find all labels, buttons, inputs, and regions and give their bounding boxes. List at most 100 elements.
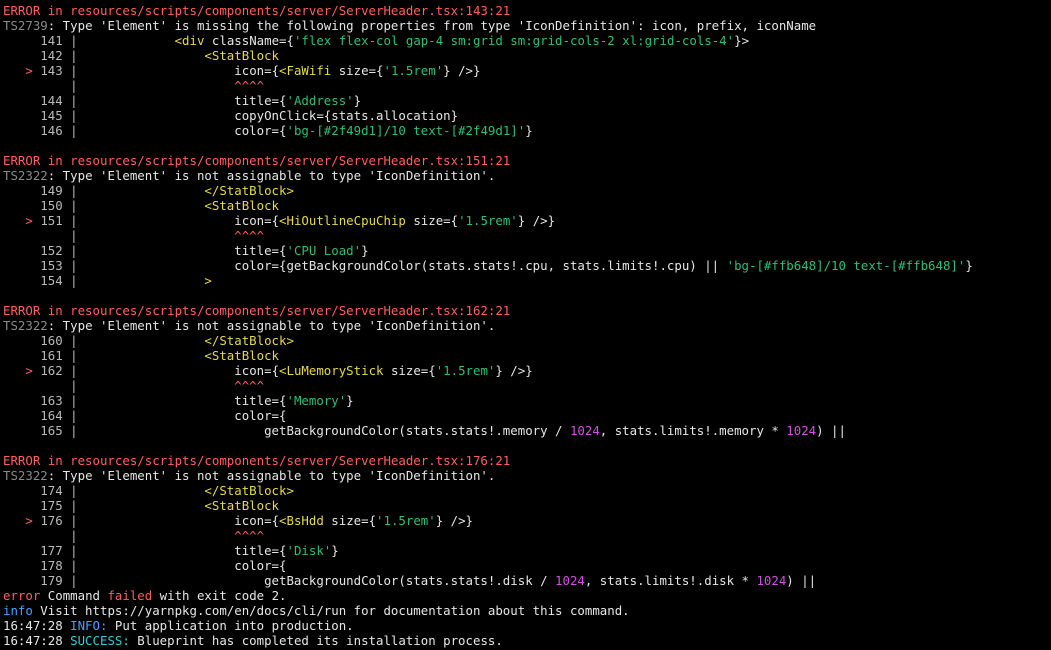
terminal-text-segment: copyOnClick={stats.allocation}	[85, 108, 459, 123]
terminal-text-segment: </StatBlock>	[204, 183, 294, 198]
terminal-line: TS2322: Type 'Element' is not assignable…	[3, 168, 1051, 183]
terminal-text-segment: SUCCESS:	[70, 633, 130, 648]
terminal-text-segment: 174 |	[3, 483, 86, 498]
terminal-line: 144 | title={'Address'}	[3, 93, 1051, 108]
terminal-text-segment: }	[525, 123, 533, 138]
terminal-text-segment: 1024	[786, 423, 817, 438]
terminal-text-segment: '1.5rem'	[376, 513, 436, 528]
terminal-text-segment: info	[3, 603, 33, 618]
terminal-text-segment: failed	[107, 588, 153, 603]
terminal-text-segment: size={	[405, 213, 459, 228]
terminal-text-segment: icon={	[85, 513, 280, 528]
terminal-text-segment: <StatBlock	[204, 348, 280, 363]
terminal-text-segment: >	[3, 513, 41, 528]
terminal-text-segment: 151 |	[40, 213, 86, 228]
terminal-text-segment: title={	[85, 243, 287, 258]
terminal-text-segment: size={	[323, 513, 377, 528]
terminal-line: TS2322: Type 'Element' is not assignable…	[3, 318, 1051, 333]
terminal-text-segment: >	[204, 273, 212, 288]
terminal-text-segment: ^^^^	[234, 228, 265, 243]
terminal-text-segment: ) ||	[786, 573, 817, 588]
terminal-line: 161 | <StatBlock	[3, 348, 1051, 363]
terminal-line: | ^^^^	[3, 528, 1051, 543]
terminal-text-segment: 165 |	[3, 423, 86, 438]
terminal-text-segment: <HiOutlineCpuChip	[279, 213, 406, 228]
terminal-text-segment: >	[3, 213, 41, 228]
terminal-line: 153 | color={getBackgroundColor(stats.st…	[3, 258, 1051, 273]
terminal-text-segment: '1.5rem'	[383, 63, 444, 78]
terminal-text-segment: }	[965, 258, 973, 273]
terminal-line: 164 | color={	[3, 408, 1051, 423]
terminal-line: ERROR in resources/scripts/components/se…	[3, 3, 1051, 18]
terminal-line: 150 | <StatBlock	[3, 198, 1051, 213]
terminal-text-segment: size={	[331, 63, 384, 78]
terminal-text-segment: >	[3, 63, 41, 78]
terminal-text-segment: <LuMemoryStick	[279, 363, 384, 378]
terminal-line: > 162 | icon={<LuMemoryStick size={'1.5r…	[3, 363, 1051, 378]
terminal-line: 146 | color={'bg-[#2f49d1]/10 text-[#2f4…	[3, 123, 1051, 138]
terminal-text-segment: |	[3, 78, 86, 93]
terminal-line: 175 | <StatBlock	[3, 498, 1051, 513]
terminal-text-segment: 177 |	[3, 543, 86, 558]
terminal-line: ERROR in resources/scripts/components/se…	[3, 153, 1051, 168]
terminal-line: 160 | </StatBlock>	[3, 333, 1051, 348]
terminal-text-segment: error	[3, 588, 41, 603]
terminal-text-segment: } />}	[495, 363, 533, 378]
terminal-text-segment: '1.5rem'	[435, 363, 496, 378]
terminal-text-segment: </StatBlock>	[204, 333, 294, 348]
terminal-text-segment: 176 |	[40, 513, 86, 528]
terminal-text-segment: color={	[85, 408, 287, 423]
terminal-line: | ^^^^	[3, 228, 1051, 243]
terminal-text-segment: 178 |	[3, 558, 86, 573]
terminal-text-segment: 'CPU Load'	[286, 243, 362, 258]
terminal-text-segment: 'Disk'	[286, 543, 332, 558]
terminal-line: 142 | <StatBlock	[3, 48, 1051, 63]
terminal-text-segment: title={	[85, 93, 287, 108]
terminal-text-segment: : Type 'Element' is not assignable to ty…	[47, 318, 496, 333]
terminal-text-segment: 154 |	[3, 273, 86, 288]
terminal-text-segment: ERROR in resources/scripts/components/se…	[3, 303, 511, 318]
terminal-line: 177 | title={'Disk'}	[3, 543, 1051, 558]
terminal-text-segment: color={	[85, 123, 287, 138]
terminal-text-segment: }	[361, 243, 369, 258]
terminal-text-segment: icon={	[85, 63, 280, 78]
terminal-text-segment: |	[3, 378, 86, 393]
terminal-line: TS2322: Type 'Element' is not assignable…	[3, 468, 1051, 483]
terminal-text-segment: 175 |	[3, 498, 86, 513]
terminal-text-segment: title={	[85, 393, 287, 408]
terminal-text-segment: 153 |	[3, 258, 86, 273]
terminal-text-segment: 'bg-[#2f49d1]/10 text-[#2f49d1]'	[286, 123, 526, 138]
terminal-line: 163 | title={'Memory'}	[3, 393, 1051, 408]
terminal-text-segment: </StatBlock>	[204, 483, 294, 498]
terminal-text-segment: } />}	[517, 213, 556, 228]
terminal-line: ERROR in resources/scripts/components/se…	[3, 453, 1051, 468]
terminal-text-segment: |	[3, 528, 86, 543]
terminal-text-segment: }>	[734, 33, 750, 48]
terminal-text-segment: <FaWifi	[279, 63, 332, 78]
terminal-line: TS2739: Type 'Element' is missing the fo…	[3, 18, 1051, 33]
terminal-text-segment: Blueprint has completed its installation…	[129, 633, 503, 648]
terminal-text-segment: Put application into production.	[107, 618, 354, 633]
terminal-line: error Command failed with exit code 2.	[3, 588, 1051, 603]
terminal-text-segment: Command	[40, 588, 108, 603]
terminal-text-segment: with exit code 2.	[152, 588, 287, 603]
terminal-text-segment: } />}	[435, 513, 474, 528]
terminal-text-segment: <StatBlock	[204, 498, 280, 513]
terminal-text-segment: getBackgroundColor(stats.stats!.memory /	[85, 423, 570, 438]
terminal-text-segment: <StatBlock	[204, 198, 280, 213]
terminal-text-segment: 143 |	[40, 63, 86, 78]
terminal-line: > 176 | icon={<BsHdd size={'1.5rem'} />}	[3, 513, 1051, 528]
terminal-text-segment: icon={	[85, 213, 280, 228]
terminal-line: 165 | getBackgroundColor(stats.stats!.me…	[3, 423, 1051, 438]
terminal-line: 149 | </StatBlock>	[3, 183, 1051, 198]
terminal-text-segment: 144 |	[3, 93, 86, 108]
